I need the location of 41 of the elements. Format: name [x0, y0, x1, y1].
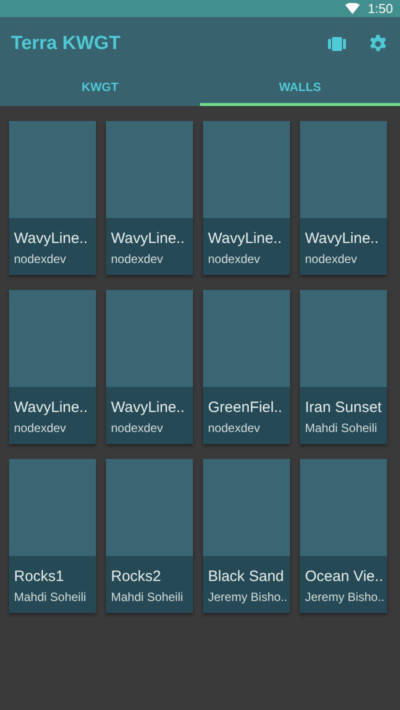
wallpaper-card[interactable]: Rocks1 Mahdi Soheili [9, 459, 96, 613]
wallpaper-card[interactable]: WavyLine.. nodexdev [9, 121, 96, 275]
wallpaper-author: nodexdev [208, 421, 262, 435]
wallpaper-author: Mahdi Soheili [111, 590, 184, 604]
wallpaper-author: Mahdi Soheili [14, 590, 88, 604]
wifi-icon [344, 3, 360, 14]
wallpaper-author: Jeremy Bisho.. [305, 590, 386, 604]
wallpaper-name: Ocean Vie.. [305, 568, 384, 585]
wallpaper-card[interactable]: WavyLine.. nodexdev [106, 121, 193, 275]
wallpaper-name: GreenFiel.. [208, 399, 284, 416]
wallpaper-card[interactable]: WavyLine.. nodexdev [300, 121, 387, 275]
wallpaper-name: WavyLine.. [14, 230, 89, 247]
wallpaper-name: WavyLine.. [208, 230, 283, 247]
wallpaper-author: nodexdev [14, 421, 68, 435]
wallpaper-name: Iran Sunset [305, 399, 383, 416]
wallpaper-name: WavyLine.. [111, 399, 186, 416]
wallpaper-name: WavyLine.. [305, 230, 380, 247]
wallpaper-card[interactable]: Ocean Vie.. Jeremy Bisho.. [300, 459, 387, 613]
wallpaper-author: nodexdev [111, 252, 164, 266]
wallpaper-card[interactable]: Rocks2 Mahdi Soheili [106, 459, 193, 613]
wallpaper-author: Jeremy Bisho.. [208, 590, 288, 604]
wallpaper-author: nodexdev [14, 252, 68, 266]
wallpaper-name: Rocks2 [111, 568, 162, 585]
wallpaper-card[interactable]: WavyLine.. nodexdev [9, 290, 96, 444]
app-title: Terra KWGT [11, 32, 122, 54]
cards-icon[interactable] [328, 36, 346, 50]
wallpaper-card[interactable]: GreenFiel.. nodexdev [203, 290, 290, 444]
wallpaper-author: Mahdi Soheili [305, 421, 378, 435]
wallpaper-card[interactable]: Black Sand Jeremy Bisho.. [203, 459, 290, 613]
wallpaper-author: nodexdev [111, 421, 164, 435]
wallpaper-card[interactable]: WavyLine.. nodexdev [203, 121, 290, 275]
wallpaper-name: WavyLine.. [14, 399, 89, 416]
wallpaper-name: Rocks1 [14, 568, 66, 585]
wallpaper-card[interactable]: Iran Sunset Mahdi Soheili [300, 290, 387, 444]
wallpaper-card[interactable]: WavyLine.. nodexdev [106, 290, 193, 444]
wallpaper-name: Black Sand [208, 568, 285, 585]
settings-icon[interactable] [368, 34, 388, 54]
wallpaper-name: WavyLine.. [111, 230, 186, 247]
status-time: 1:50 [368, 1, 393, 16]
wallpaper-author: nodexdev [208, 252, 262, 266]
wallpaper-author: nodexdev [305, 252, 358, 266]
